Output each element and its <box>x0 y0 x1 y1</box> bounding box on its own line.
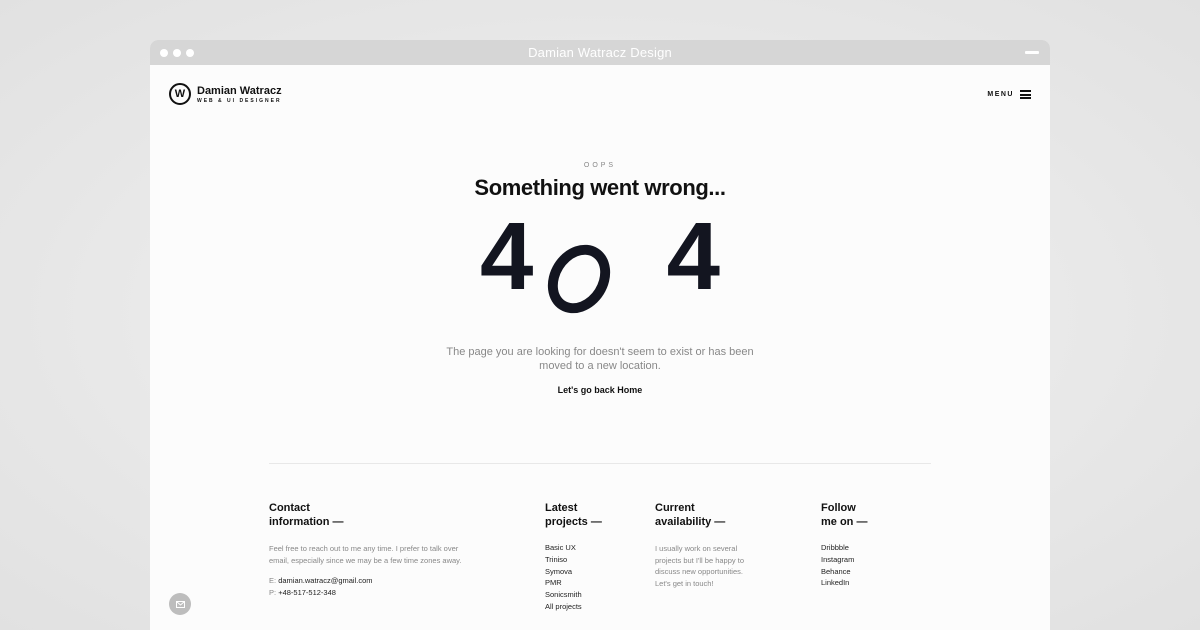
menu-button[interactable]: MENU <box>987 90 1031 99</box>
chat-button[interactable] <box>169 593 191 615</box>
social-link-dribbble[interactable]: Dribbble <box>821 542 921 554</box>
social-link-linkedin[interactable]: LinkedIn <box>821 577 921 589</box>
window-titlebar: Damian Watracz Design <box>150 40 1050 65</box>
social-link-instagram[interactable]: Instagram <box>821 554 921 566</box>
email-link[interactable]: damian.watracz@gmail.com <box>278 576 372 585</box>
digit-zero-ring <box>535 233 623 325</box>
footer-divider <box>269 463 931 464</box>
follow-heading-line2: me on — <box>821 516 868 528</box>
availability-heading-line1: Current <box>655 502 695 514</box>
brand-name: Damian Watracz <box>197 84 282 97</box>
footer-availability: Current availability — I usually work on… <box>655 501 755 589</box>
project-link[interactable]: Basic UX <box>545 542 645 554</box>
error-hero: OOPS Something went wrong... 4 4 The pag… <box>150 162 1050 398</box>
window-controls <box>160 49 194 57</box>
hamburger-icon <box>1020 90 1031 99</box>
mail-icon <box>175 600 185 608</box>
social-link-behance[interactable]: Behance <box>821 566 921 578</box>
project-link[interactable]: Sonicsmith <box>545 589 645 601</box>
contact-heading-line1: Contact <box>269 502 310 514</box>
close-dot[interactable] <box>160 49 168 57</box>
phone-row: P: +48-517-512-348 <box>269 587 474 599</box>
browser-window: Damian Watracz Design W Damian Watracz W… <box>150 40 1050 630</box>
minimize-bar-icon[interactable] <box>1025 51 1039 54</box>
social-list: Dribbble Instagram Behance LinkedIn <box>821 542 921 589</box>
error-message: The page you are looking for doesn't see… <box>446 346 754 372</box>
all-projects-link[interactable]: All projects <box>545 601 645 613</box>
contact-heading: Contact information — <box>269 501 474 529</box>
contact-heading-line2: information — <box>269 516 344 528</box>
availability-heading: Current availability — <box>655 501 755 529</box>
page-title: Something went wrong... <box>474 175 726 200</box>
brand-subtitle: WEB & UI DESIGNER <box>197 97 282 104</box>
footer-follow: Follow me on — Dribbble Instagram Behanc… <box>821 501 921 589</box>
logo-mark-icon: W <box>169 83 191 105</box>
contact-details: E: damian.watracz@gmail.com P: +48-517-5… <box>269 575 474 598</box>
contact-text: Feel free to reach out to me any time. I… <box>269 544 462 565</box>
digit-four-left: 4 <box>480 203 534 310</box>
brand: Damian Watracz WEB & UI DESIGNER <box>197 85 282 104</box>
availability-text: I usually work on several projects but I… <box>655 544 744 588</box>
phone-prefix: P: <box>269 587 277 597</box>
home-link[interactable]: Let's go back Home <box>558 385 643 395</box>
project-link[interactable]: Triniso <box>545 554 645 566</box>
projects-heading-line1: Latest <box>545 502 578 514</box>
availability-heading-line2: availability — <box>655 516 726 528</box>
projects-list: Basic UX Triniso Symova PMR Sonicsmith A… <box>545 542 645 613</box>
window-title: Damian Watracz Design <box>528 45 672 60</box>
email-prefix: E: <box>269 576 277 585</box>
phone-link[interactable]: +48-517-512-348 <box>278 588 336 597</box>
digit-four-right: 4 <box>666 203 720 310</box>
maximize-dot[interactable] <box>186 49 194 57</box>
projects-heading: Latest projects — <box>545 501 645 529</box>
error-code-404: 4 4 <box>480 203 720 325</box>
menu-label: MENU <box>987 91 1014 98</box>
project-link[interactable]: Symova <box>545 566 645 578</box>
follow-heading-line1: Follow <box>821 502 856 514</box>
footer-contact: Contact information — Feel free to reach… <box>269 501 474 598</box>
projects-heading-line2: projects — <box>545 516 602 528</box>
page-content: W Damian Watracz WEB & UI DESIGNER MENU … <box>150 65 1050 630</box>
eyebrow-label: OOPS <box>583 162 617 169</box>
footer-projects: Latest projects — Basic UX Triniso Symov… <box>545 501 645 613</box>
follow-heading: Follow me on — <box>821 501 921 529</box>
minimize-dot[interactable] <box>173 49 181 57</box>
site-logo[interactable]: W Damian Watracz WEB & UI DESIGNER <box>169 83 282 105</box>
project-link[interactable]: PMR <box>545 577 645 589</box>
email-row: E: damian.watracz@gmail.com <box>269 575 474 587</box>
